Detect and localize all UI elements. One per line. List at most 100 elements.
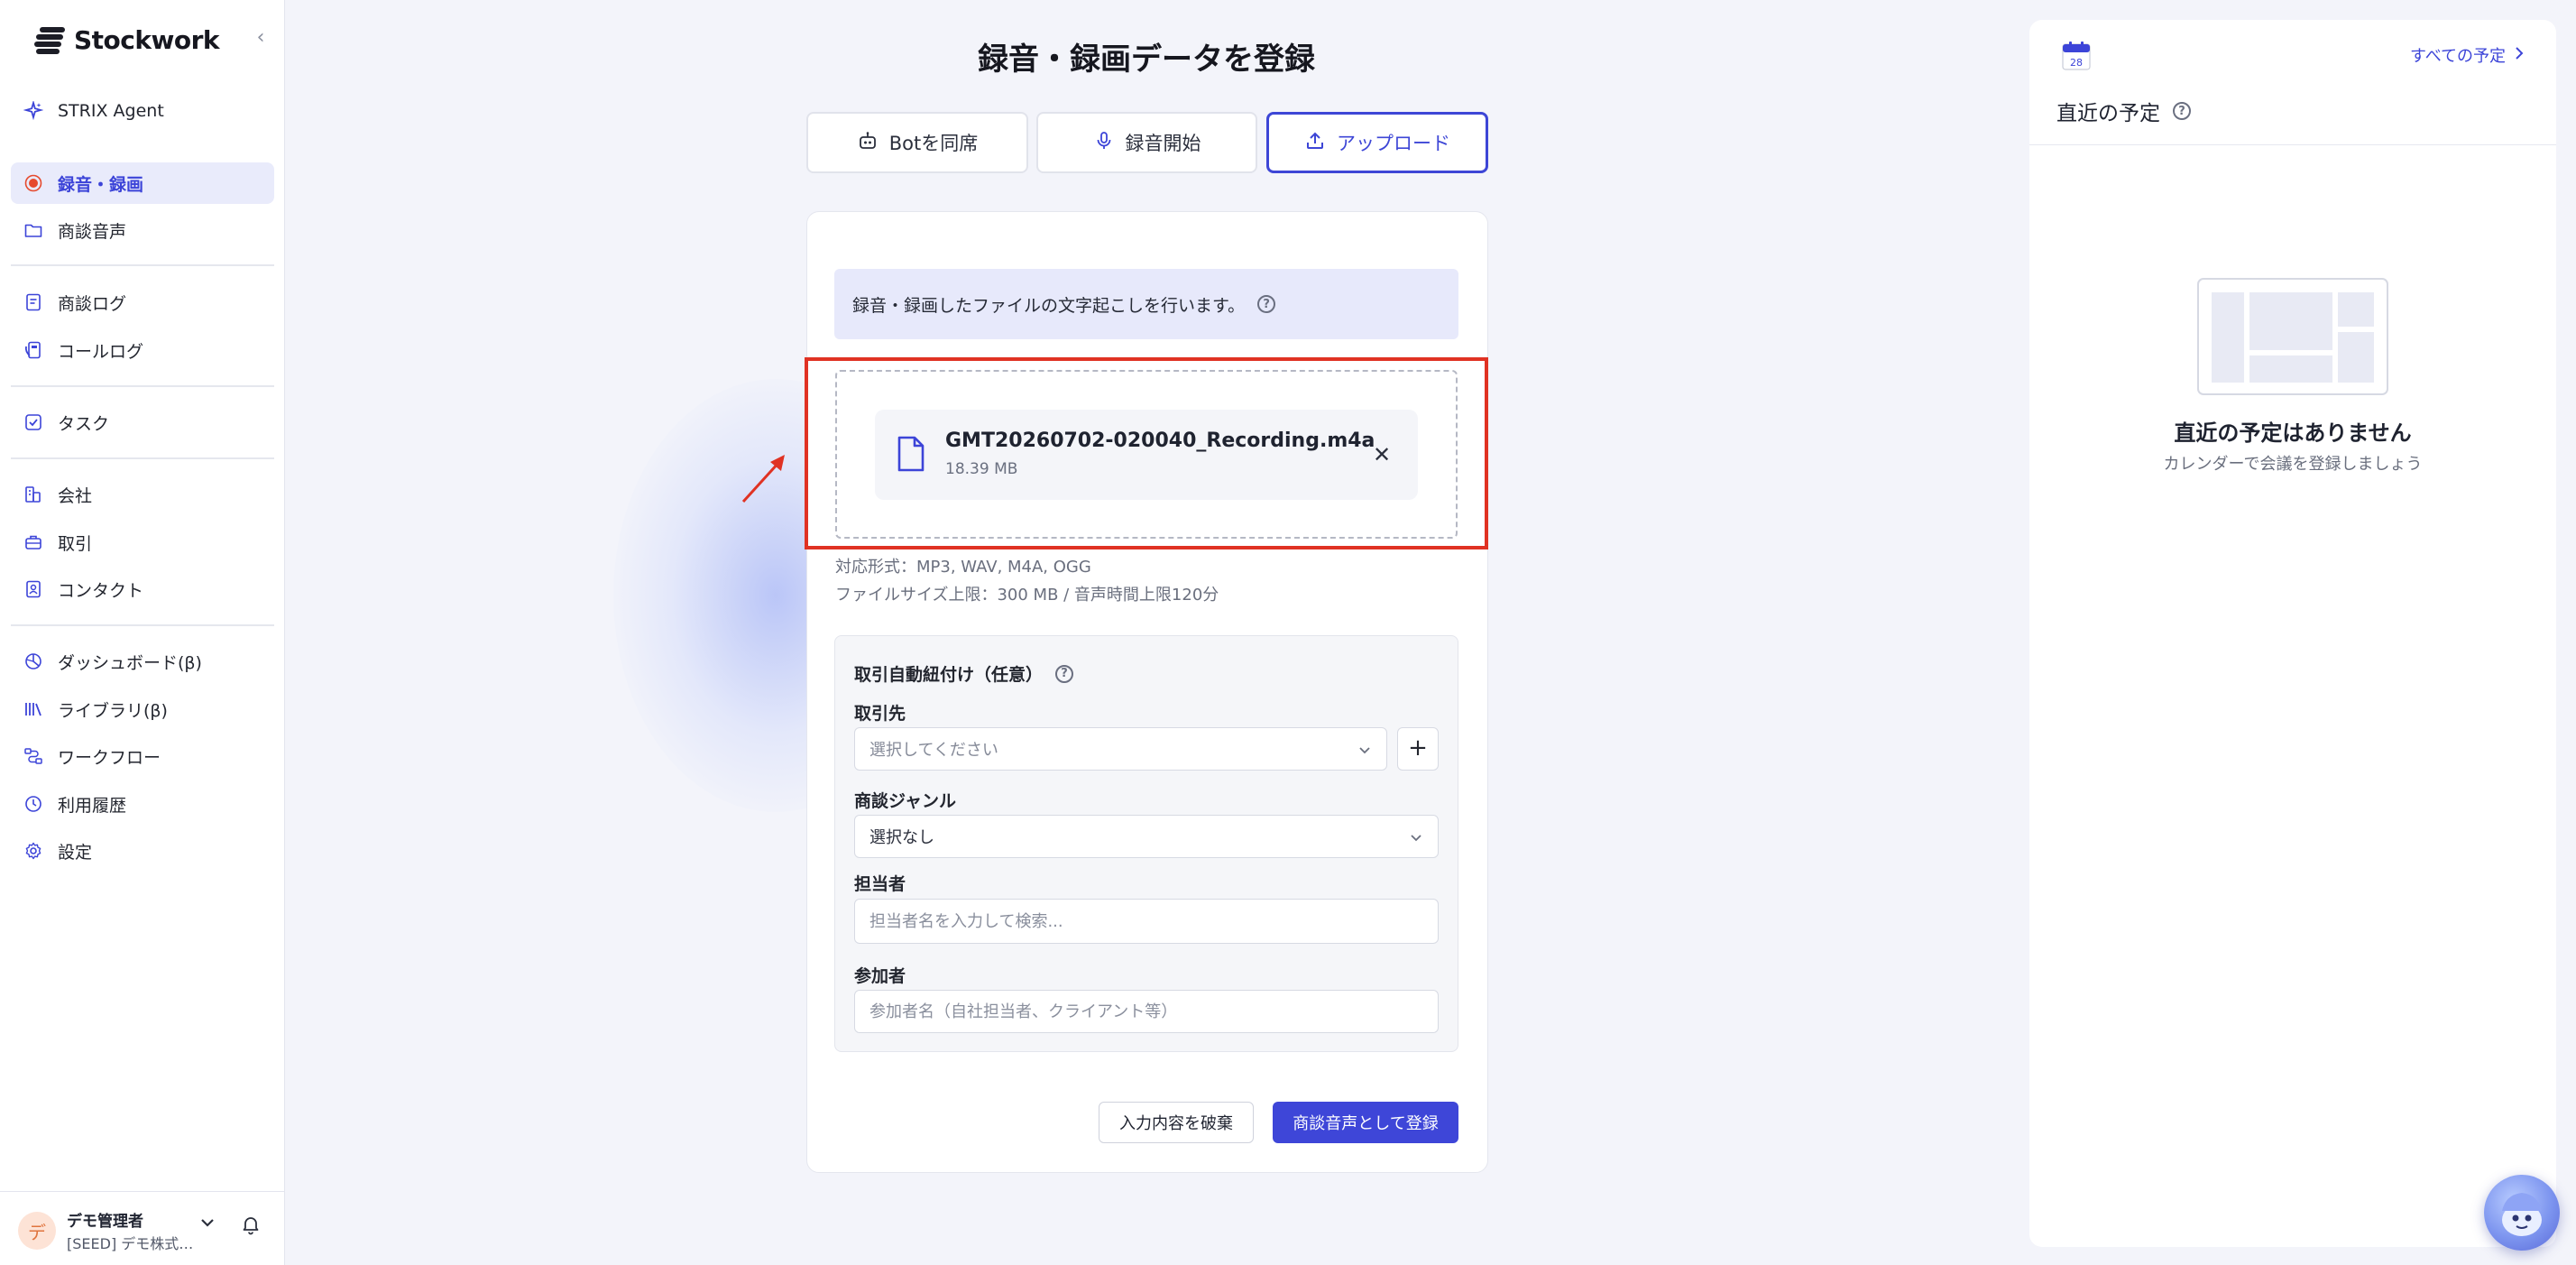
chevron-down-icon bbox=[1356, 741, 1374, 759]
sidebar-item-label: STRIX Agent bbox=[58, 101, 164, 121]
contact-card-icon bbox=[22, 577, 45, 601]
sidebar-divider bbox=[11, 457, 274, 459]
participants-label: 参加者 bbox=[854, 966, 906, 986]
deal-linking-title: 取引自動紐付け（任意） ? bbox=[854, 661, 1074, 686]
library-icon bbox=[22, 697, 45, 721]
help-icon[interactable]: ? bbox=[1055, 664, 1074, 683]
calendar-day: 28 bbox=[2070, 57, 2083, 69]
sidebar-item-company[interactable]: 会社 bbox=[11, 474, 274, 515]
gear-icon bbox=[22, 839, 45, 863]
help-icon[interactable]: ? bbox=[2173, 102, 2191, 120]
logo-mark-icon bbox=[34, 25, 65, 54]
sidebar-divider bbox=[11, 264, 274, 266]
sidebar-divider bbox=[11, 385, 274, 387]
bell-icon[interactable] bbox=[240, 1214, 262, 1235]
deal-linking-title-text: 取引自動紐付け（任意） bbox=[854, 665, 1044, 685]
register-button[interactable]: 商談音声として登録 bbox=[1273, 1102, 1458, 1143]
briefcase-icon bbox=[22, 531, 45, 554]
chevron-right-icon bbox=[2513, 45, 2525, 66]
sidebar-item-label: ダッシュボード(β) bbox=[58, 652, 202, 673]
supported-formats-hint: 対応形式：MP3, WAV, M4A, OGG bbox=[835, 558, 1091, 577]
upload-button[interactable]: アップロード bbox=[1266, 112, 1488, 173]
participants-input[interactable] bbox=[854, 990, 1439, 1033]
calendar-icon: 28 bbox=[2062, 42, 2091, 70]
folder-icon bbox=[22, 218, 45, 242]
sidebar-item-label: 利用履歴 bbox=[58, 795, 127, 816]
sidebar-item-label: 取引 bbox=[58, 533, 93, 554]
sidebar-item-call-log[interactable]: コールログ bbox=[11, 329, 274, 371]
sidebar-item-dashboard[interactable]: ダッシュボード(β) bbox=[11, 641, 274, 682]
user-organization: [SEED] デモ株式… bbox=[67, 1235, 194, 1252]
upload-label: アップロード bbox=[1337, 133, 1450, 154]
microphone-icon bbox=[1093, 130, 1115, 156]
info-banner: 録音・録画したファイルの文字起こしを行います。 ? bbox=[834, 269, 1458, 339]
collapse-sidebar-icon[interactable]: ‹ bbox=[251, 27, 271, 49]
workflow-icon bbox=[22, 744, 45, 768]
genre-label: 商談ジャンル bbox=[854, 791, 957, 811]
schedule-title-text: 直近の予定 bbox=[2056, 102, 2160, 125]
sidebar-item-settings[interactable]: 設定 bbox=[11, 830, 274, 872]
all-events-link[interactable]: すべての予定 bbox=[2410, 43, 2525, 67]
sidebar-item-meeting-log[interactable]: 商談ログ bbox=[11, 282, 274, 323]
chevron-down-icon[interactable] bbox=[197, 1212, 218, 1233]
deal-select-placeholder: 選択してください bbox=[869, 741, 998, 760]
assistant-mascot-icon bbox=[2502, 1193, 2542, 1236]
file-limits-hint: ファイルサイズ上限：300 MB / 音声時間上限120分 bbox=[835, 586, 1219, 605]
sidebar-item-recording[interactable]: 録音・録画 bbox=[11, 162, 274, 204]
add-deal-button[interactable]: + bbox=[1397, 727, 1439, 771]
start-recording-button[interactable]: 録音開始 bbox=[1036, 112, 1257, 173]
sidebar-item-label: ライブラリ(β) bbox=[58, 700, 168, 721]
empty-schedule-title: 直近の予定はありません bbox=[2174, 420, 2412, 446]
highlight-annotation-frame bbox=[805, 357, 1488, 549]
bot-icon bbox=[857, 130, 879, 156]
genre-select-value: 選択なし bbox=[869, 828, 934, 847]
sidebar-item-label: ワークフロー bbox=[58, 747, 161, 768]
sidebar-item-label: タスク bbox=[58, 413, 110, 434]
bot-attend-label: Botを同席 bbox=[888, 133, 979, 154]
sidebar-item-label: 商談音声 bbox=[58, 221, 127, 242]
sidebar-item-label: コールログ bbox=[58, 341, 144, 362]
assistant-bot-button[interactable] bbox=[2484, 1175, 2560, 1251]
phone-log-icon bbox=[22, 338, 45, 362]
dashboard-icon bbox=[22, 650, 45, 673]
bot-attend-button[interactable]: Botを同席 bbox=[806, 112, 1028, 173]
page-title: 録音・録画データを登録 bbox=[978, 42, 1315, 78]
empty-calendar-illustration-icon bbox=[2197, 278, 2388, 395]
sidebar-item-tasks[interactable]: タスク bbox=[11, 402, 274, 443]
deal-label: 取引先 bbox=[854, 704, 906, 724]
start-recording-label: 録音開始 bbox=[1125, 133, 1201, 154]
owner-search-input[interactable] bbox=[854, 899, 1439, 944]
user-name: デモ管理者 bbox=[67, 1213, 143, 1231]
sidebar-item-label: 設定 bbox=[58, 842, 93, 863]
sparkle-icon bbox=[22, 99, 45, 123]
sidebar-item-library[interactable]: ライブラリ(β) bbox=[11, 688, 274, 730]
info-banner-text: 録音・録画したファイルの文字起こしを行います。 bbox=[852, 295, 1246, 316]
sidebar-item-label: 録音・録画 bbox=[58, 174, 144, 195]
deal-select[interactable]: 選択してください bbox=[854, 727, 1387, 771]
sidebar-divider bbox=[11, 624, 274, 626]
schedule-divider bbox=[2029, 144, 2556, 145]
document-icon bbox=[22, 291, 45, 314]
owner-label: 担当者 bbox=[854, 874, 906, 894]
sidebar-item-usage-history[interactable]: 利用履歴 bbox=[11, 783, 274, 825]
sidebar-item-deals[interactable]: 取引 bbox=[11, 522, 274, 563]
sidebar-item-meeting-audio[interactable]: 商談音声 bbox=[11, 209, 274, 251]
sidebar-item-contacts[interactable]: コンタクト bbox=[11, 568, 274, 610]
upload-icon bbox=[1304, 130, 1326, 156]
annotation-arrow-icon bbox=[740, 449, 790, 505]
all-events-label: すべての予定 bbox=[2410, 47, 2507, 66]
schedule-title: 直近の予定 ? bbox=[2056, 96, 2191, 126]
sidebar-item-workflow[interactable]: ワークフロー bbox=[11, 735, 274, 777]
checkbox-icon bbox=[22, 411, 45, 434]
record-dot-icon bbox=[22, 171, 45, 195]
sidebar: Stockwork ‹ STRIX Agent 録音・録画 商談音声 商談ログ … bbox=[0, 0, 285, 1265]
discard-button[interactable]: 入力内容を破棄 bbox=[1099, 1102, 1254, 1143]
chevron-down-icon bbox=[1407, 828, 1425, 846]
user-menu[interactable]: デ デモ管理者 [SEED] デモ株式… bbox=[0, 1191, 285, 1265]
clock-icon bbox=[22, 792, 45, 816]
genre-select[interactable]: 選択なし bbox=[854, 815, 1439, 858]
app-logo[interactable]: Stockwork bbox=[34, 23, 220, 56]
help-icon[interactable]: ? bbox=[1257, 295, 1276, 313]
empty-schedule-subtitle: カレンダーで会議を登録しましょう bbox=[2163, 455, 2423, 474]
sidebar-item-strix-agent[interactable]: STRIX Agent bbox=[11, 90, 274, 132]
